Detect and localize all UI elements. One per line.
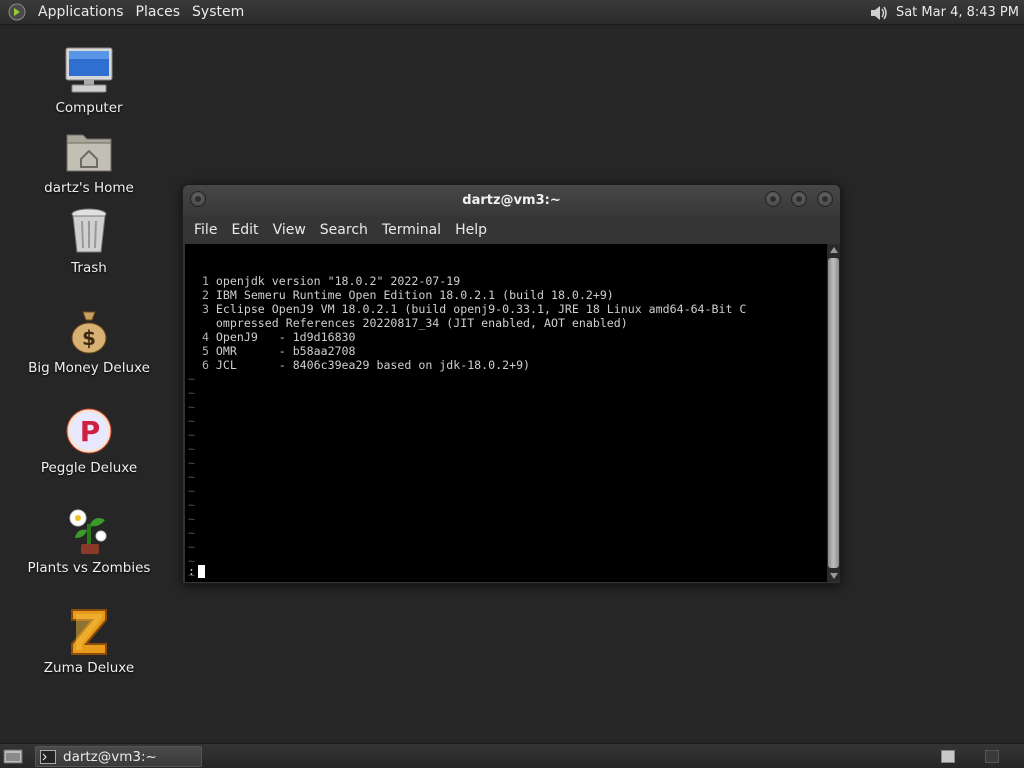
icon-label: Plants vs Zombies bbox=[27, 560, 151, 576]
menu-terminal[interactable]: Terminal bbox=[375, 222, 448, 238]
scroll-down-arrow-icon[interactable] bbox=[827, 570, 840, 582]
line-number: 2 bbox=[188, 288, 216, 302]
close-button[interactable] bbox=[817, 191, 833, 207]
icon-label: Big Money Deluxe bbox=[28, 360, 150, 376]
line-text: OMR - b58aa2708 bbox=[215, 344, 356, 358]
icon-label: Trash bbox=[71, 260, 107, 276]
window-title: dartz@vm3:~ bbox=[462, 193, 561, 208]
scroll-thumb[interactable] bbox=[828, 258, 839, 568]
icon-label: dartz's Home bbox=[44, 180, 134, 196]
line-number: 6 bbox=[188, 358, 216, 372]
desktop-icon-trash[interactable]: Trash bbox=[14, 206, 164, 276]
svg-text:$: $ bbox=[82, 326, 96, 350]
desktop-icon-peggle[interactable]: P Peggle Deluxe bbox=[14, 406, 164, 476]
line-number: 4 bbox=[188, 330, 216, 344]
top-panel: Applications Places System Sat Mar 4, 8:… bbox=[0, 0, 1024, 25]
icon-label: Computer bbox=[55, 100, 123, 116]
desktop-icon-zuma[interactable]: Zuma Deluxe bbox=[14, 606, 164, 676]
menu-view[interactable]: View bbox=[266, 222, 313, 238]
zuma-icon bbox=[64, 606, 114, 656]
terminal-line: 1 openjdk version "18.0.2" 2022-07-19 bbox=[188, 274, 827, 288]
scroll-up-arrow-icon[interactable] bbox=[827, 244, 840, 256]
line-number: 3 bbox=[188, 302, 216, 316]
empty-line-tilde: ~ bbox=[188, 386, 195, 400]
terminal-output[interactable]: 1 openjdk version "18.0.2" 2022-07-19 2 … bbox=[185, 244, 827, 582]
system-menu[interactable]: System bbox=[186, 4, 250, 20]
terminal-line: 5 OMR - b58aa2708 bbox=[188, 344, 827, 358]
menu-search[interactable]: Search bbox=[313, 222, 375, 238]
window-titlebar[interactable]: dartz@vm3:~ bbox=[183, 185, 840, 217]
places-menu[interactable]: Places bbox=[130, 4, 187, 20]
text-cursor bbox=[197, 564, 205, 578]
peggle-icon: P bbox=[64, 406, 114, 456]
terminal-app-icon bbox=[40, 749, 56, 764]
icon-label: Zuma Deluxe bbox=[43, 660, 135, 676]
svg-text:P: P bbox=[80, 415, 101, 448]
desktop-icon-home[interactable]: dartz's Home bbox=[14, 126, 164, 196]
plant-icon bbox=[64, 506, 114, 556]
command-line[interactable]: : bbox=[188, 564, 205, 578]
line-text: ompressed References 20220817_34 (JIT en… bbox=[215, 316, 628, 330]
empty-line-tilde: ~ bbox=[188, 568, 195, 582]
clock[interactable]: Sat Mar 4, 8:43 PM bbox=[896, 5, 1019, 20]
menu-edit[interactable]: Edit bbox=[224, 222, 265, 238]
maximize-button[interactable] bbox=[791, 191, 807, 207]
empty-line-tilde: ~ bbox=[188, 512, 195, 526]
empty-line-tilde: ~ bbox=[188, 456, 195, 470]
terminal-menubar: File Edit View Search Terminal Help bbox=[183, 217, 840, 243]
desktop-icon-pvz[interactable]: Plants vs Zombies bbox=[14, 506, 164, 576]
volume-icon[interactable] bbox=[868, 3, 890, 23]
scrollbar[interactable] bbox=[827, 244, 840, 582]
minimize-button[interactable] bbox=[765, 191, 781, 207]
line-text: IBM Semeru Runtime Open Edition 18.0.2.1… bbox=[215, 288, 614, 302]
line-number bbox=[188, 316, 216, 330]
terminal-line: 3 Eclipse OpenJ9 VM 18.0.2.1 (build open… bbox=[188, 302, 827, 316]
line-text: JCL - 8406c39ea29 based on jdk-18.0.2+9) bbox=[215, 358, 531, 372]
line-text: OpenJ9 - 1d9d16830 bbox=[215, 330, 356, 344]
terminal-lines: 1 openjdk version "18.0.2" 2022-07-19 2 … bbox=[188, 274, 827, 582]
empty-line-tilde: ~ bbox=[188, 414, 195, 428]
taskbar-terminal-button[interactable]: dartz@vm3:~ bbox=[35, 746, 202, 767]
empty-line-tilde: ~ bbox=[188, 400, 195, 414]
empty-line-tilde: ~ bbox=[188, 526, 195, 540]
line-text: openjdk version "18.0.2" 2022-07-19 bbox=[215, 274, 461, 288]
bottom-panel: dartz@vm3:~ bbox=[0, 743, 1024, 768]
line-text: Eclipse OpenJ9 VM 18.0.2.1 (build openj9… bbox=[215, 302, 747, 316]
terminal-line: 6 JCL - 8406c39ea29 based on jdk-18.0.2+… bbox=[188, 358, 827, 372]
empty-line-tilde: ~ bbox=[188, 554, 195, 568]
workspace-2[interactable] bbox=[985, 750, 999, 763]
empty-line-tilde: ~ bbox=[188, 498, 195, 512]
empty-line-tilde: ~ bbox=[188, 428, 195, 442]
menu-file[interactable]: File bbox=[187, 222, 224, 238]
line-number: 1 bbox=[188, 274, 216, 288]
desktop-icon-computer[interactable]: Computer bbox=[14, 46, 164, 116]
line-number: 5 bbox=[188, 344, 216, 358]
applications-menu[interactable]: Applications bbox=[32, 4, 130, 20]
empty-line-tilde: ~ bbox=[188, 540, 195, 554]
gnome-foot-icon[interactable] bbox=[6, 1, 28, 23]
terminal-line: ompressed References 20220817_34 (JIT en… bbox=[188, 316, 827, 330]
workspace-1[interactable] bbox=[941, 750, 955, 763]
menu-help[interactable]: Help bbox=[448, 222, 494, 238]
trash-icon bbox=[64, 206, 114, 256]
show-desktop-icon[interactable] bbox=[2, 747, 24, 765]
empty-line-tilde: ~ bbox=[188, 484, 195, 498]
terminal-window[interactable]: dartz@vm3:~ File Edit View Search Termin… bbox=[182, 184, 841, 584]
prompt-text: : bbox=[188, 564, 195, 578]
taskbar-label: dartz@vm3:~ bbox=[63, 748, 157, 765]
icon-label: Peggle Deluxe bbox=[40, 460, 138, 476]
money-bag-icon: $ bbox=[64, 306, 114, 356]
empty-line-tilde: ~ bbox=[188, 442, 195, 456]
home-folder-icon bbox=[64, 126, 114, 176]
terminal-line: 4 OpenJ9 - 1d9d16830 bbox=[188, 330, 827, 344]
empty-line-tilde: ~ bbox=[188, 470, 195, 484]
terminal-line: 2 IBM Semeru Runtime Open Edition 18.0.2… bbox=[188, 288, 827, 302]
computer-icon bbox=[64, 46, 114, 96]
empty-line-tilde: ~ bbox=[188, 372, 195, 386]
desktop-icon-big-money[interactable]: $ Big Money Deluxe bbox=[14, 306, 164, 376]
